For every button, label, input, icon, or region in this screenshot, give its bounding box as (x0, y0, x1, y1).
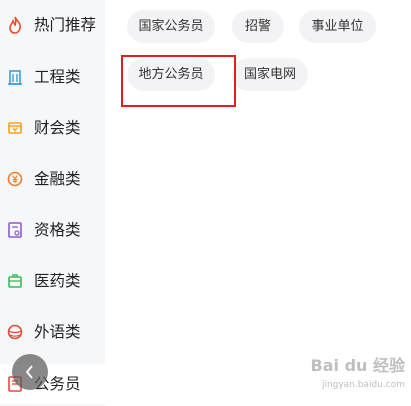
sidebar-item-language[interactable]: 外语类 (0, 312, 105, 352)
sidebar-item-medicine[interactable]: 医药类 (0, 261, 105, 301)
sidebar-item-finance[interactable]: 金融类 (0, 159, 105, 199)
yuan-coin-icon (7, 171, 23, 187)
medical-kit-icon (8, 274, 22, 288)
sidebar-item-label: 资格类 (34, 221, 81, 239)
money-icon (8, 122, 22, 134)
sidebar-item-label: 外语类 (34, 323, 81, 341)
globe-icon (7, 324, 23, 340)
sidebar-item-engineering[interactable]: 工程类 (0, 57, 105, 97)
chip-national-civil-servant[interactable]: 国家公务员 (127, 10, 215, 43)
chip-state-grid[interactable]: 国家电网 (232, 58, 308, 91)
highlight-annotation-box (121, 55, 236, 107)
sidebar-item-accounting[interactable]: 财会类 (0, 108, 105, 148)
sidebar-item-label: 金融类 (34, 170, 81, 188)
sidebar-item-label: 财会类 (34, 119, 81, 137)
watermark-url: jingyan.baidu.com (321, 380, 405, 390)
flame-icon (9, 16, 21, 34)
watermark: Bai du 经验 jingyan.baidu.com (300, 352, 405, 402)
watermark-text: Bai du 经验 (310, 356, 405, 375)
category-sidebar: 热门推荐 工程类 财会类 金融类 资格类 医药类 外语类 公务员 (0, 0, 105, 406)
sidebar-item-hot[interactable]: 热门推荐 (0, 5, 105, 45)
chip-police-recruitment[interactable]: 招警 (232, 10, 284, 43)
sidebar-item-qualification[interactable]: 资格类 (0, 210, 105, 250)
building-icon (8, 70, 22, 85)
sidebar-item-label: 医药类 (34, 272, 81, 290)
chevron-left-icon (25, 365, 33, 379)
chip-public-institution[interactable]: 事业单位 (299, 10, 376, 43)
sidebar-item-label: 热门推荐 (34, 16, 97, 34)
sidebar-item-label: 工程类 (34, 68, 81, 86)
certificate-icon (8, 222, 22, 238)
back-button[interactable] (12, 354, 48, 390)
